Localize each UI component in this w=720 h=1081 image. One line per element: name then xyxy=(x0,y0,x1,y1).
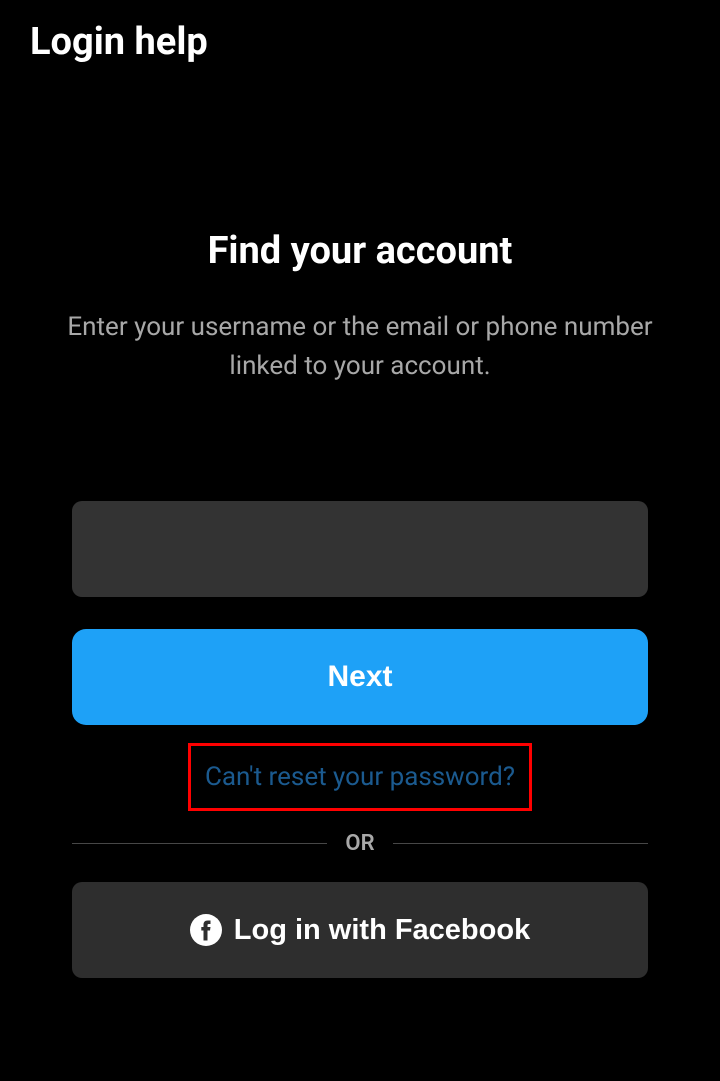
subtitle: Enter your username or the email or phon… xyxy=(30,308,690,386)
username-input[interactable] xyxy=(72,501,648,597)
divider: OR xyxy=(30,831,690,856)
facebook-icon xyxy=(190,914,222,946)
page-title: Login help xyxy=(30,20,690,64)
divider-line-right xyxy=(393,843,648,844)
cant-reset-password-link[interactable]: Can't reset your password? xyxy=(188,743,532,811)
divider-line-left xyxy=(72,843,327,844)
reset-link-wrapper: Can't reset your password? xyxy=(72,743,648,811)
header: Login help xyxy=(0,0,720,84)
login-with-facebook-button[interactable]: Log in with Facebook xyxy=(72,882,648,978)
divider-text: OR xyxy=(327,831,392,856)
next-button[interactable]: Next xyxy=(72,629,648,725)
facebook-button-label: Log in with Facebook xyxy=(234,914,530,947)
main-heading: Find your account xyxy=(30,229,690,273)
form-section: Next Can't reset your password? xyxy=(30,501,690,811)
content: Find your account Enter your username or… xyxy=(0,229,720,978)
